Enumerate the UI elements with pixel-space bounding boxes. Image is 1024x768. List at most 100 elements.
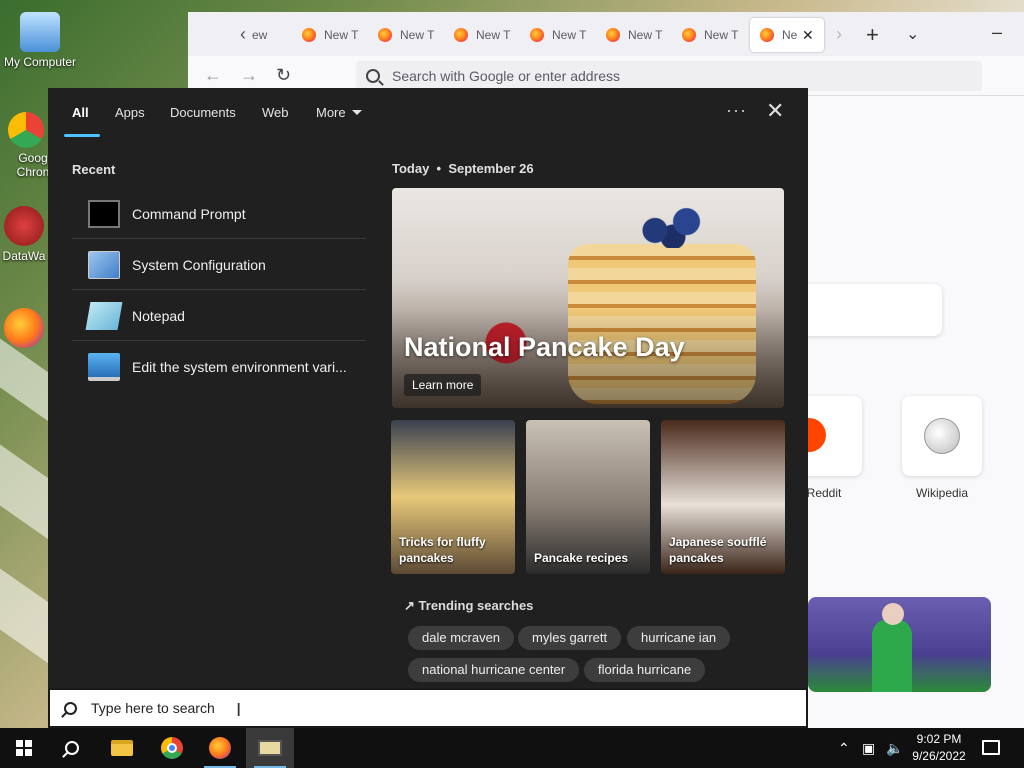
tab-apps[interactable]: Apps: [115, 105, 145, 120]
search-scope-tabs: All Apps Documents Web More ··· ✕: [48, 88, 808, 138]
clock[interactable]: 9:02 PM 9/26/2022: [904, 731, 974, 765]
close-icon[interactable]: ✕: [766, 100, 784, 122]
notepad-icon: [85, 301, 123, 330]
chrome-icon: [161, 737, 183, 759]
tab-label: New T: [628, 28, 663, 42]
taskbar-firefox[interactable]: [196, 728, 244, 768]
network-icon[interactable]: ▣: [862, 728, 875, 768]
trending-heading: ↗ Trending searches: [404, 598, 533, 614]
trending-chip[interactable]: national hurricane center: [408, 658, 580, 682]
tab-label: New T: [400, 28, 435, 42]
firefox-tab-icon: [606, 28, 620, 42]
windows-logo-icon: [16, 740, 32, 756]
today-label: Today: [392, 161, 430, 176]
today-date: September 26: [448, 161, 534, 176]
tab-scroll-right-icon[interactable]: ›: [836, 24, 842, 44]
learn-more-button[interactable]: Learn more: [404, 374, 482, 396]
command-prompt-icon: [88, 199, 120, 228]
back-arrow-icon[interactable]: ←: [204, 65, 222, 86]
desktop-icon-datawa[interactable]: DataWa: [0, 206, 52, 263]
taskbar-search-box[interactable]: Type here to search Ⅰ: [48, 688, 808, 728]
tab[interactable]: ew: [248, 18, 282, 52]
recent-item-command-prompt[interactable]: Command Prompt: [72, 189, 366, 239]
recent-item-label: System Configuration: [132, 256, 266, 273]
start-button[interactable]: [0, 728, 48, 768]
recent-item-system-configuration[interactable]: System Configuration: [72, 240, 366, 290]
story-image[interactable]: [808, 597, 991, 692]
text-cursor-icon: Ⅰ: [236, 700, 242, 720]
tab[interactable]: New T: [292, 18, 366, 52]
tab-label: New T: [476, 28, 511, 42]
volume-icon[interactable]: 🔈: [886, 728, 903, 768]
caret-down-icon: [351, 110, 362, 115]
more-options-icon[interactable]: ···: [726, 100, 747, 121]
firefox-tab-icon: [760, 28, 774, 42]
wikipedia-icon: [924, 418, 960, 454]
tab[interactable]: New T: [444, 18, 518, 52]
shortcut-wikipedia[interactable]: [902, 396, 982, 476]
tab-active[interactable]: Ne ✕: [750, 18, 824, 52]
reload-icon[interactable]: ↻: [276, 65, 291, 86]
new-tab-search-box[interactable]: [800, 284, 942, 336]
search-icon: [64, 701, 77, 715]
tab-strip: ‹ ew New T New T New T New T New T New T…: [188, 12, 1024, 56]
tab[interactable]: New T: [672, 18, 746, 52]
search-placeholder: Type here to search: [91, 700, 215, 716]
clock-time: 9:02 PM: [916, 732, 962, 746]
card-fluffy-pancakes[interactable]: Tricks for fluffy pancakes: [391, 420, 515, 574]
tab[interactable]: New T: [368, 18, 442, 52]
card-caption: Tricks for fluffy pancakes: [399, 535, 486, 565]
tab-label: ew: [252, 28, 268, 42]
hero-card[interactable]: National Pancake Day Learn more: [392, 188, 784, 408]
today-heading: Today • September 26: [392, 161, 534, 176]
show-hidden-icons-chevron-icon[interactable]: ⌃: [838, 728, 850, 768]
notification-center-icon[interactable]: [982, 740, 1000, 755]
card-pancake-recipes[interactable]: Pancake recipes: [526, 420, 650, 574]
recent-item-notepad[interactable]: Notepad: [72, 291, 366, 341]
trending-chip[interactable]: dale mcraven: [408, 626, 515, 650]
search-icon: [65, 741, 79, 755]
firefox-tab-icon: [454, 28, 468, 42]
tab-close-icon[interactable]: ✕: [802, 27, 814, 44]
tab-documents[interactable]: Documents: [170, 105, 236, 120]
desktop-icon-firefox[interactable]: [0, 308, 52, 351]
desktop-icon-my-computer[interactable]: My Computer: [0, 12, 80, 69]
tab-more[interactable]: More: [316, 105, 362, 120]
taskbar: ⌃ ▣ 🔈 9:02 PM 9/26/2022: [0, 728, 1024, 768]
tab-scroll-left-icon[interactable]: ‹: [240, 24, 246, 44]
trending-chip[interactable]: florida hurricane: [584, 658, 706, 682]
desktop-icon-label: My Computer: [3, 55, 77, 69]
tab-all[interactable]: All: [72, 105, 89, 120]
forward-arrow-icon[interactable]: →: [240, 65, 258, 86]
desktop-icon-label: DataWa: [2, 249, 46, 263]
tab-label: New T: [552, 28, 587, 42]
firefox-tab-icon: [378, 28, 392, 42]
minimize-icon[interactable]: –: [992, 22, 1002, 43]
firefox-icon: [209, 737, 231, 759]
taskbar-file-explorer[interactable]: [98, 728, 146, 768]
firefox-tab-icon: [682, 28, 696, 42]
firefox-tab-icon: [530, 28, 544, 42]
system-properties-icon: [88, 353, 120, 381]
new-tab-plus-icon[interactable]: +: [866, 22, 879, 48]
trending-chip[interactable]: myles garrett: [518, 626, 622, 650]
firefox-tab-icon: [302, 28, 316, 42]
tab-web[interactable]: Web: [262, 105, 289, 120]
clock-date: 9/26/2022: [912, 749, 966, 763]
search-icon: [366, 69, 380, 83]
tab-label: New T: [324, 28, 359, 42]
tab[interactable]: New T: [520, 18, 594, 52]
recent-item-environment-variables[interactable]: Edit the system environment vari...: [72, 342, 366, 392]
tab[interactable]: New T: [596, 18, 670, 52]
trending-chip[interactable]: hurricane ian: [627, 626, 731, 650]
address-bar[interactable]: Search with Google or enter address: [356, 61, 982, 91]
recent-heading: Recent: [72, 162, 116, 177]
system-configuration-icon: [88, 250, 120, 279]
taskbar-chrome[interactable]: [148, 728, 196, 768]
card-souffle-pancakes[interactable]: Japanese soufflé pancakes: [661, 420, 785, 574]
taskbar-keyboard-app[interactable]: [246, 728, 294, 768]
recent-item-label: Edit the system environment vari...: [132, 359, 347, 375]
list-tabs-chevron-icon[interactable]: ⌄: [906, 24, 919, 44]
hero-title: National Pancake Day: [404, 332, 685, 362]
taskbar-search-button[interactable]: [48, 728, 96, 768]
